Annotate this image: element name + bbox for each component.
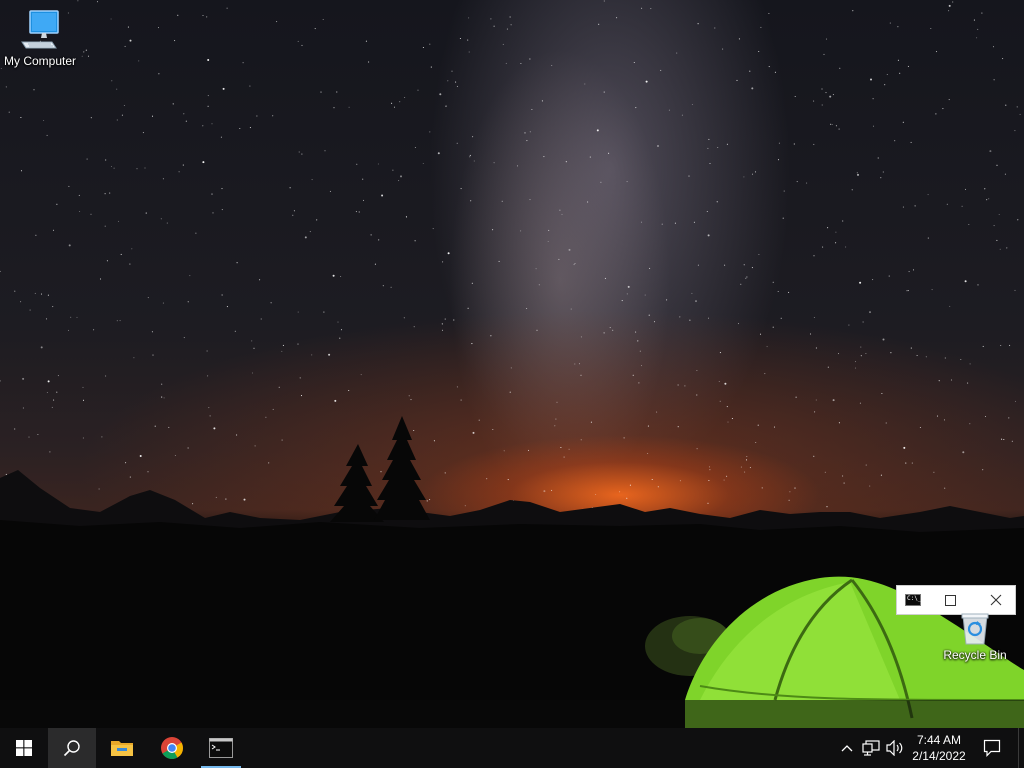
- taskbar-chrome-button[interactable]: [148, 728, 196, 768]
- taskbar-file-explorer-button[interactable]: [98, 728, 146, 768]
- close-icon: [990, 594, 1002, 606]
- action-center-icon: [983, 739, 1001, 757]
- landscape-silhouette: [0, 416, 1024, 728]
- desktop-icon-label: Recycle Bin: [943, 648, 1007, 662]
- show-hidden-icons-button[interactable]: [838, 728, 856, 768]
- desktop-icon-my-computer[interactable]: My Computer: [0, 8, 80, 68]
- recycle-bin-icon: [961, 613, 989, 645]
- maximize-button[interactable]: [935, 586, 965, 614]
- maximize-icon: [944, 594, 956, 606]
- action-center-button[interactable]: [978, 728, 1006, 768]
- chrome-icon: [161, 737, 183, 759]
- search-icon: [63, 740, 80, 757]
- network-icon: [862, 740, 880, 756]
- command-prompt-icon-text: C:\_: [907, 595, 922, 602]
- volume-icon: [886, 740, 903, 756]
- computer-icon: [21, 10, 59, 49]
- command-prompt-window-caption[interactable]: C:\_: [896, 585, 1016, 615]
- taskbar: 7:44 AM 2/14/2022: [0, 728, 1024, 768]
- clock-time: 7:44 AM: [916, 733, 962, 747]
- desktop-background[interactable]: My Computer C:\_ Recycle Bin: [0, 0, 1024, 728]
- start-button[interactable]: [0, 728, 48, 768]
- taskbar-command-prompt-button[interactable]: [197, 728, 245, 768]
- search-button[interactable]: [48, 728, 96, 768]
- show-desktop-button[interactable]: [1018, 728, 1024, 768]
- folder-icon: [111, 741, 133, 756]
- chevron-up-icon: [841, 745, 853, 752]
- desktop-icon-label: My Computer: [3, 54, 77, 68]
- taskbar-clock[interactable]: 7:44 AM 2/14/2022: [906, 728, 972, 768]
- network-button[interactable]: [860, 728, 882, 768]
- clock-date: 2/14/2022: [912, 749, 966, 763]
- windows-logo-icon: [16, 740, 32, 756]
- command-prompt-icon: [209, 738, 233, 758]
- close-button[interactable]: [981, 586, 1011, 614]
- desktop-icon-recycle-bin[interactable]: Recycle Bin: [935, 612, 1015, 662]
- command-prompt-icon: C:\_: [905, 594, 921, 606]
- volume-button[interactable]: [884, 728, 906, 768]
